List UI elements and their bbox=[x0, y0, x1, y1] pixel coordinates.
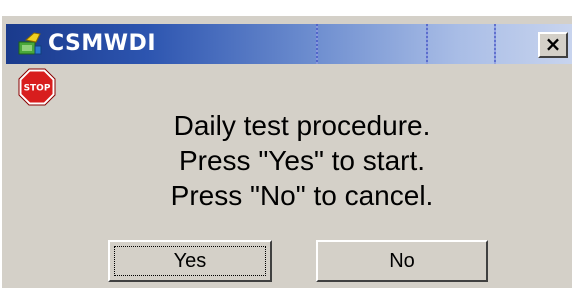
message-line: Press "No" to cancel. bbox=[170, 180, 434, 211]
focus-ring bbox=[114, 246, 266, 276]
titlebar-stripe bbox=[316, 24, 318, 64]
close-button[interactable]: × bbox=[538, 32, 568, 58]
message-line: Daily test procedure. bbox=[173, 110, 431, 141]
message-text: Daily test procedure. Press "Yes" to sta… bbox=[62, 108, 542, 213]
no-button-label: No bbox=[389, 250, 415, 272]
window-title: CSMWDI bbox=[48, 31, 157, 56]
stop-sign-text: STOP bbox=[24, 84, 51, 94]
close-icon: × bbox=[544, 32, 562, 56]
title-bar[interactable]: CSMWDI × bbox=[6, 24, 572, 64]
background-strip bbox=[0, 0, 572, 14]
yes-button[interactable]: Yes bbox=[108, 240, 272, 282]
stop-sign-icon: STOP bbox=[18, 68, 56, 106]
titlebar-stripe bbox=[494, 24, 496, 64]
message-line: Press "Yes" to start. bbox=[178, 145, 426, 176]
app-icon bbox=[18, 32, 42, 55]
message-dialog: CSMWDI × STOP Daily test procedure. Pres… bbox=[0, 14, 572, 288]
no-button[interactable]: No bbox=[316, 240, 488, 282]
titlebar-stripe bbox=[426, 24, 428, 64]
